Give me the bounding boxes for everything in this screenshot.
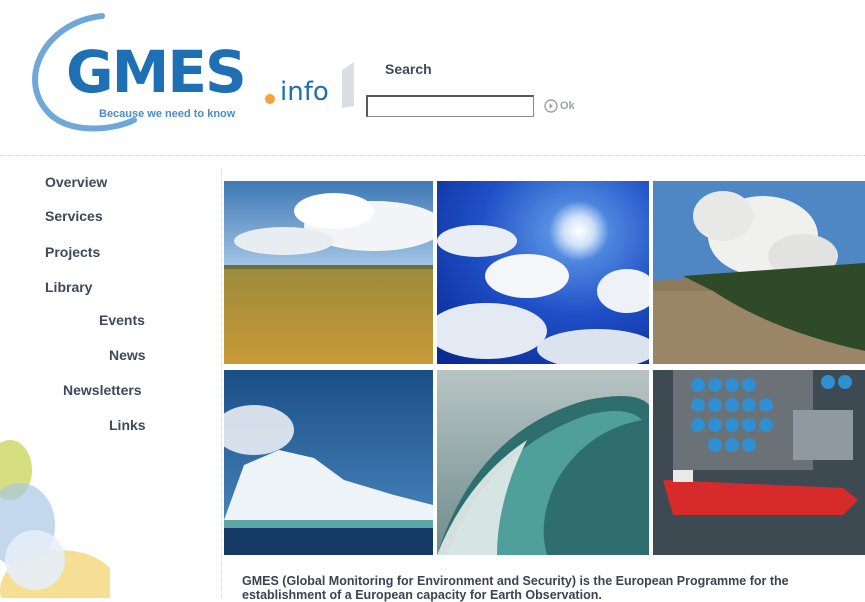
gmes-logo[interactable]: GMES info Because we need to know xyxy=(24,12,364,132)
sun-clouds-image xyxy=(437,181,649,364)
logo-main-text: GMES xyxy=(66,38,245,106)
logo-tagline: Because we need to know xyxy=(99,108,236,120)
logo-suffix-text: info xyxy=(280,77,329,107)
ok-label: Ok xyxy=(560,100,575,112)
search-label: Search xyxy=(385,61,432,77)
nav-item-overview[interactable]: Overview xyxy=(45,174,107,190)
sidebar-divider xyxy=(221,168,222,598)
decorative-swirl xyxy=(0,440,110,598)
oil-tanker-port-image xyxy=(653,370,865,555)
nav-item-news[interactable]: News xyxy=(109,347,146,363)
iceberg-image xyxy=(224,370,433,555)
search-input[interactable] xyxy=(366,95,534,117)
ocean-wave-image xyxy=(437,370,649,555)
nav-item-newsletters[interactable]: Newsletters xyxy=(63,382,142,398)
nav-item-library[interactable]: Library xyxy=(45,279,92,295)
nav-item-links[interactable]: Links xyxy=(109,417,146,433)
forest-fire-smoke-image xyxy=(653,181,865,364)
nav-item-events[interactable]: Events xyxy=(99,312,145,328)
header-divider xyxy=(0,155,865,156)
nav-item-projects[interactable]: Projects xyxy=(45,244,100,260)
nav-item-services[interactable]: Services xyxy=(45,208,103,224)
arrow-circle-icon xyxy=(544,99,558,113)
grassland-sky-image xyxy=(224,181,433,364)
ok-button[interactable]: Ok xyxy=(544,96,586,116)
